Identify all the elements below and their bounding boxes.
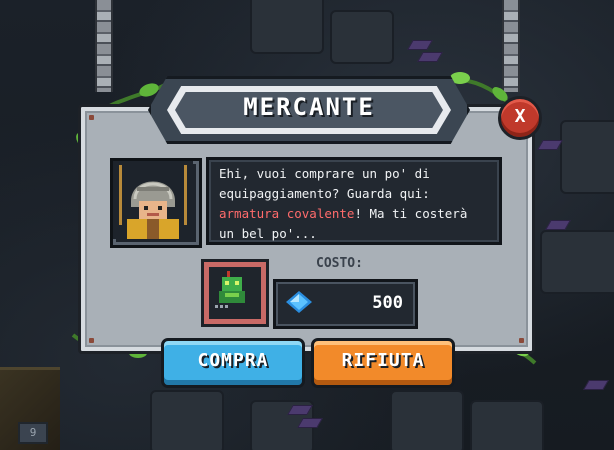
dialog-title: MERCANTE [243,93,375,121]
item-slot [201,259,269,327]
buy-button[interactable]: COMPRA [161,338,305,388]
merchant-portrait [110,158,202,248]
refuse-button[interactable]: RIFIUTA [311,338,455,388]
close-button[interactable]: X [498,96,542,140]
title-plate: MERCANTE [148,76,470,144]
green-goblin-armor-icon [215,271,245,308]
floor-tile-number: 9 [18,422,48,444]
item-name-highlight: armatura covalente [219,206,355,221]
message-text: Ehi, vuoi comprare un po' di equipaggiam… [219,166,430,201]
blue-gem-icon [286,291,312,313]
cost-box: 500 [273,279,418,329]
floor-tile: 9 [0,367,60,450]
cost-label: COSTO: [316,256,363,271]
merchant-message: Ehi, vuoi comprare un po' di equipaggiam… [206,157,502,245]
cost-value: 500 [372,293,403,313]
